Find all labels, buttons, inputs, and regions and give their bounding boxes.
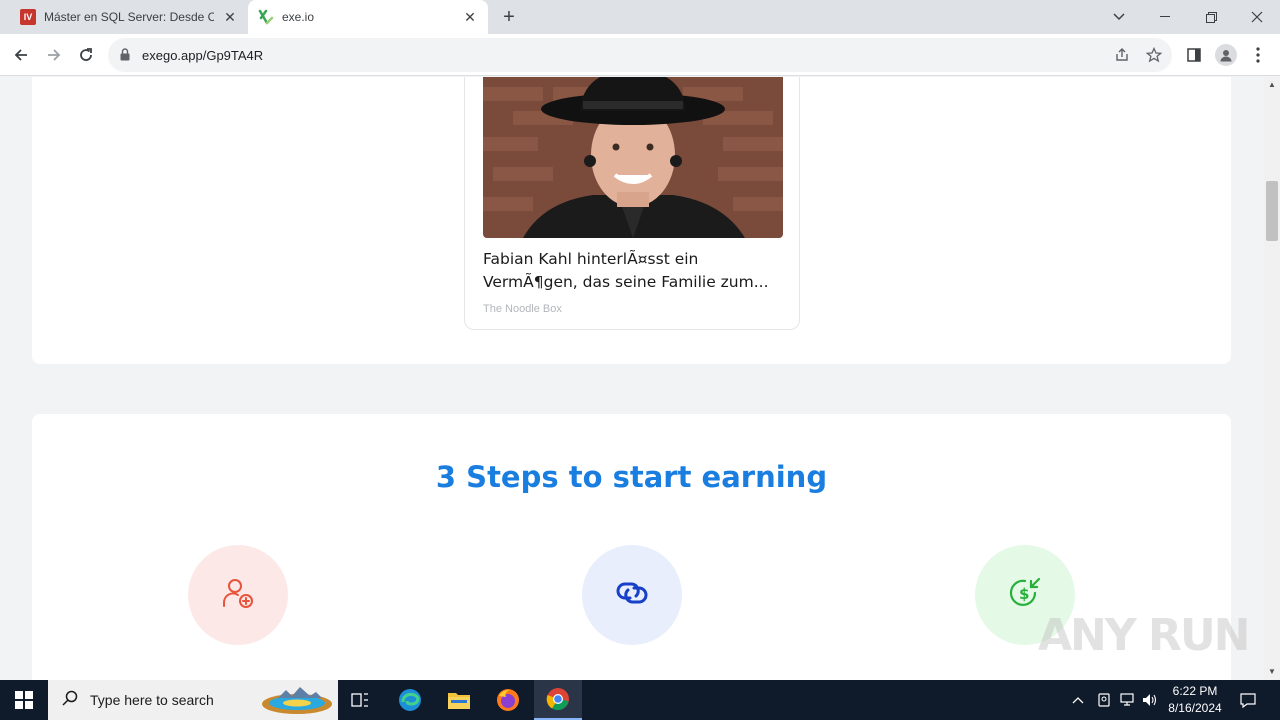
- search-icon: [62, 690, 78, 711]
- ad-card: Fabian Kahl hinterlÃ¤sst ein VermÃ¶gen, …: [32, 77, 1231, 364]
- volume-icon[interactable]: [1140, 680, 1160, 720]
- user-add-icon: [221, 576, 255, 615]
- scrollbar-thumb[interactable]: [1266, 181, 1278, 241]
- notifications-icon[interactable]: [1236, 680, 1260, 720]
- new-tab-button[interactable]: +: [498, 6, 520, 28]
- svg-text:$: $: [1019, 585, 1029, 603]
- menu-kebab-icon[interactable]: [1245, 42, 1271, 68]
- clock-date: 8/16/2024: [1168, 701, 1222, 715]
- close-tab-icon[interactable]: ✕: [462, 9, 478, 25]
- close-window-button[interactable]: [1234, 0, 1280, 34]
- search-highlight-image-icon: [260, 684, 334, 720]
- minimize-button[interactable]: [1142, 0, 1188, 34]
- browser-toolbar: exego.app/Gp9TA4R: [0, 34, 1280, 76]
- page-viewport: Fabian Kahl hinterlÃ¤sst ein VermÃ¶gen, …: [0, 77, 1264, 680]
- article-title-line-1: Fabian Kahl hinterlÃ¤sst ein: [483, 250, 699, 268]
- reload-button[interactable]: [73, 42, 99, 68]
- tab-exeio[interactable]: exe.io ✕: [248, 0, 488, 34]
- article-card[interactable]: Fabian Kahl hinterlÃ¤sst ein VermÃ¶gen, …: [464, 77, 800, 330]
- page-scrollbar[interactable]: ▲ ▼: [1264, 77, 1280, 680]
- step-2-icon-badge: [582, 545, 682, 645]
- taskbar-clock[interactable]: 6:22 PM 8/16/2024: [1160, 683, 1230, 717]
- windows-taskbar: Type here to search 6:22 PM 8/16/2024: [0, 680, 1280, 720]
- anyrun-watermark: ANY RUN: [1038, 610, 1250, 661]
- bookmark-star-icon[interactable]: [1145, 46, 1163, 63]
- tab-title: exe.io: [282, 10, 315, 24]
- tray-overflow-icon[interactable]: [1068, 680, 1088, 720]
- tab-strip: IV Máster en SQL Server: Desde Cer ✕ exe…: [0, 0, 1280, 34]
- scroll-up-icon[interactable]: ▲: [1264, 77, 1280, 93]
- tab-search-icon[interactable]: [1096, 0, 1142, 34]
- file-explorer-icon[interactable]: [435, 680, 483, 720]
- steps-heading: 3 Steps to start earning: [435, 460, 828, 494]
- search-placeholder: Type here to search: [90, 692, 214, 708]
- firefox-icon[interactable]: [484, 680, 532, 720]
- exeio-favicon-icon: [258, 9, 274, 25]
- step-1-icon-badge: [188, 545, 288, 645]
- tab-udemy[interactable]: IV Máster en SQL Server: Desde Cer ✕: [8, 0, 248, 34]
- taskbar-search-input[interactable]: Type here to search: [48, 680, 338, 720]
- article-title[interactable]: Fabian Kahl hinterlÃ¤sst ein VermÃ¶gen, …: [483, 248, 783, 294]
- chrome-icon[interactable]: [534, 680, 582, 720]
- side-panel-icon[interactable]: [1181, 42, 1207, 68]
- article-title-line-2: VermÃ¶gen, das seine Familie zum...: [483, 273, 769, 291]
- link-icon: [614, 578, 650, 613]
- task-view-icon[interactable]: [336, 680, 384, 720]
- close-tab-icon[interactable]: ✕: [222, 9, 238, 25]
- address-bar[interactable]: exego.app/Gp9TA4R: [108, 38, 1172, 72]
- udemy-favicon-icon: IV: [20, 9, 36, 25]
- edge-icon[interactable]: [386, 680, 434, 720]
- profile-avatar[interactable]: [1213, 42, 1239, 68]
- forward-button[interactable]: [41, 42, 67, 68]
- network-icon[interactable]: [1117, 680, 1137, 720]
- meet-now-icon[interactable]: [1094, 680, 1114, 720]
- back-button[interactable]: [8, 42, 34, 68]
- tab-title: Máster en SQL Server: Desde Cer: [44, 10, 214, 24]
- start-button[interactable]: [0, 680, 48, 720]
- share-icon[interactable]: [1114, 47, 1130, 63]
- restore-button[interactable]: [1188, 0, 1234, 34]
- article-image[interactable]: [483, 77, 783, 238]
- url-text: exego.app/Gp9TA4R: [142, 48, 264, 63]
- lock-icon[interactable]: [120, 48, 130, 66]
- scroll-down-icon[interactable]: ▼: [1264, 664, 1280, 680]
- clock-time: 6:22 PM: [1172, 684, 1218, 698]
- article-source: The Noodle Box: [483, 303, 562, 315]
